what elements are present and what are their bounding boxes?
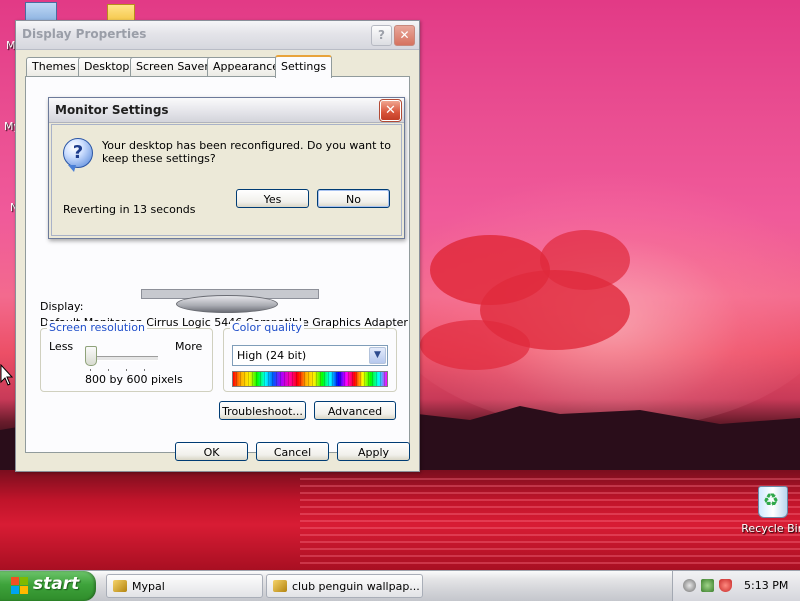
resolution-slider-thumb[interactable]	[85, 346, 97, 366]
taskbar-item-mypal[interactable]: Mypal	[106, 574, 263, 598]
volume-icon[interactable]	[683, 579, 696, 592]
dialog-titlebar[interactable]: Monitor Settings ✕	[49, 98, 404, 123]
revert-countdown: Reverting in 13 seconds	[63, 203, 196, 216]
monitor-preview-base	[176, 295, 278, 313]
tab-themes[interactable]: Themes	[26, 57, 82, 76]
dialog-body: ? Your desktop has been reconfigured. Do…	[51, 124, 402, 236]
resolution-value: 800 by 600 pixels	[85, 373, 183, 386]
yes-button[interactable]: Yes	[236, 189, 309, 208]
windows-logo-icon	[11, 577, 29, 595]
wallpaper-cloud	[420, 320, 530, 370]
color-quality-select[interactable]: High (24 bit) ▼	[232, 345, 388, 366]
taskbar-item-label: Mypal	[132, 580, 165, 593]
tab-settings[interactable]: Settings	[275, 55, 333, 78]
tab-appearance[interactable]: Appearance	[207, 57, 286, 76]
troubleshoot-button[interactable]: Troubleshoot...	[219, 401, 306, 420]
slider-tick	[90, 369, 91, 371]
recycle-bin-icon	[758, 486, 788, 518]
slider-tick	[108, 369, 109, 371]
chevron-down-icon[interactable]: ▼	[369, 347, 386, 364]
color-quality-group: Color quality High (24 bit) ▼	[223, 321, 397, 392]
no-button[interactable]: No	[317, 189, 390, 208]
network-icon[interactable]	[701, 579, 714, 592]
window-title: Display Properties	[22, 27, 147, 41]
help-button[interactable]: ?	[371, 25, 392, 46]
advanced-button[interactable]: Advanced	[314, 401, 396, 420]
dialog-close-button[interactable]: ✕	[379, 99, 402, 122]
screen-resolution-group: Screen resolution Less More 800 by 600 p…	[40, 321, 213, 392]
cancel-button[interactable]: Cancel	[256, 442, 329, 461]
dialog-title: Monitor Settings	[55, 103, 169, 117]
window-titlebar[interactable]: Display Properties ? ✕	[16, 21, 419, 50]
color-quality-value: High (24 bit)	[237, 349, 307, 362]
taskbar-item-label: club penguin wallpap...	[292, 580, 420, 593]
dialog-message: Your desktop has been reconfigured. Do y…	[102, 139, 391, 165]
question-icon: ?	[63, 138, 93, 172]
clock[interactable]: 5:13 PM	[744, 579, 788, 592]
browser-icon	[113, 580, 127, 592]
color-quality-title: Color quality	[230, 321, 304, 334]
mouse-cursor-icon	[0, 364, 14, 386]
slider-tick	[144, 369, 145, 371]
system-tray: 5:13 PM	[672, 571, 800, 601]
start-button[interactable]: start	[0, 571, 96, 601]
recycle-bin[interactable]: Recycle Bin	[738, 486, 800, 535]
color-palette-preview	[232, 371, 388, 387]
wallpaper-reflection	[300, 478, 800, 568]
wallpaper-cloud	[540, 230, 630, 290]
screen-resolution-title: Screen resolution	[47, 321, 147, 334]
tab-desktop[interactable]: Desktop	[78, 57, 136, 76]
ok-button[interactable]: OK	[175, 442, 248, 461]
taskbar-item-wallpaper[interactable]: club penguin wallpap...	[266, 574, 423, 598]
browser-icon	[273, 580, 287, 592]
monitor-settings-dialog: Monitor Settings ✕ ? Your desktop has be…	[48, 97, 405, 239]
display-properties-window: Display Properties ? ✕ Themes Desktop Sc…	[15, 20, 420, 472]
display-label: Display:	[40, 300, 84, 313]
recycle-bin-label: Recycle Bin	[741, 522, 800, 535]
close-button[interactable]: ✕	[394, 25, 415, 46]
slider-tick	[126, 369, 127, 371]
taskbar: start Mypal club penguin wallpap... 5:13…	[0, 570, 800, 601]
more-label: More	[175, 340, 203, 353]
tab-screen-saver[interactable]: Screen Saver	[130, 57, 215, 76]
start-label: start	[33, 574, 80, 594]
less-label: Less	[49, 340, 74, 353]
apply-button[interactable]: Apply	[337, 442, 410, 461]
security-shield-icon[interactable]	[719, 579, 732, 592]
